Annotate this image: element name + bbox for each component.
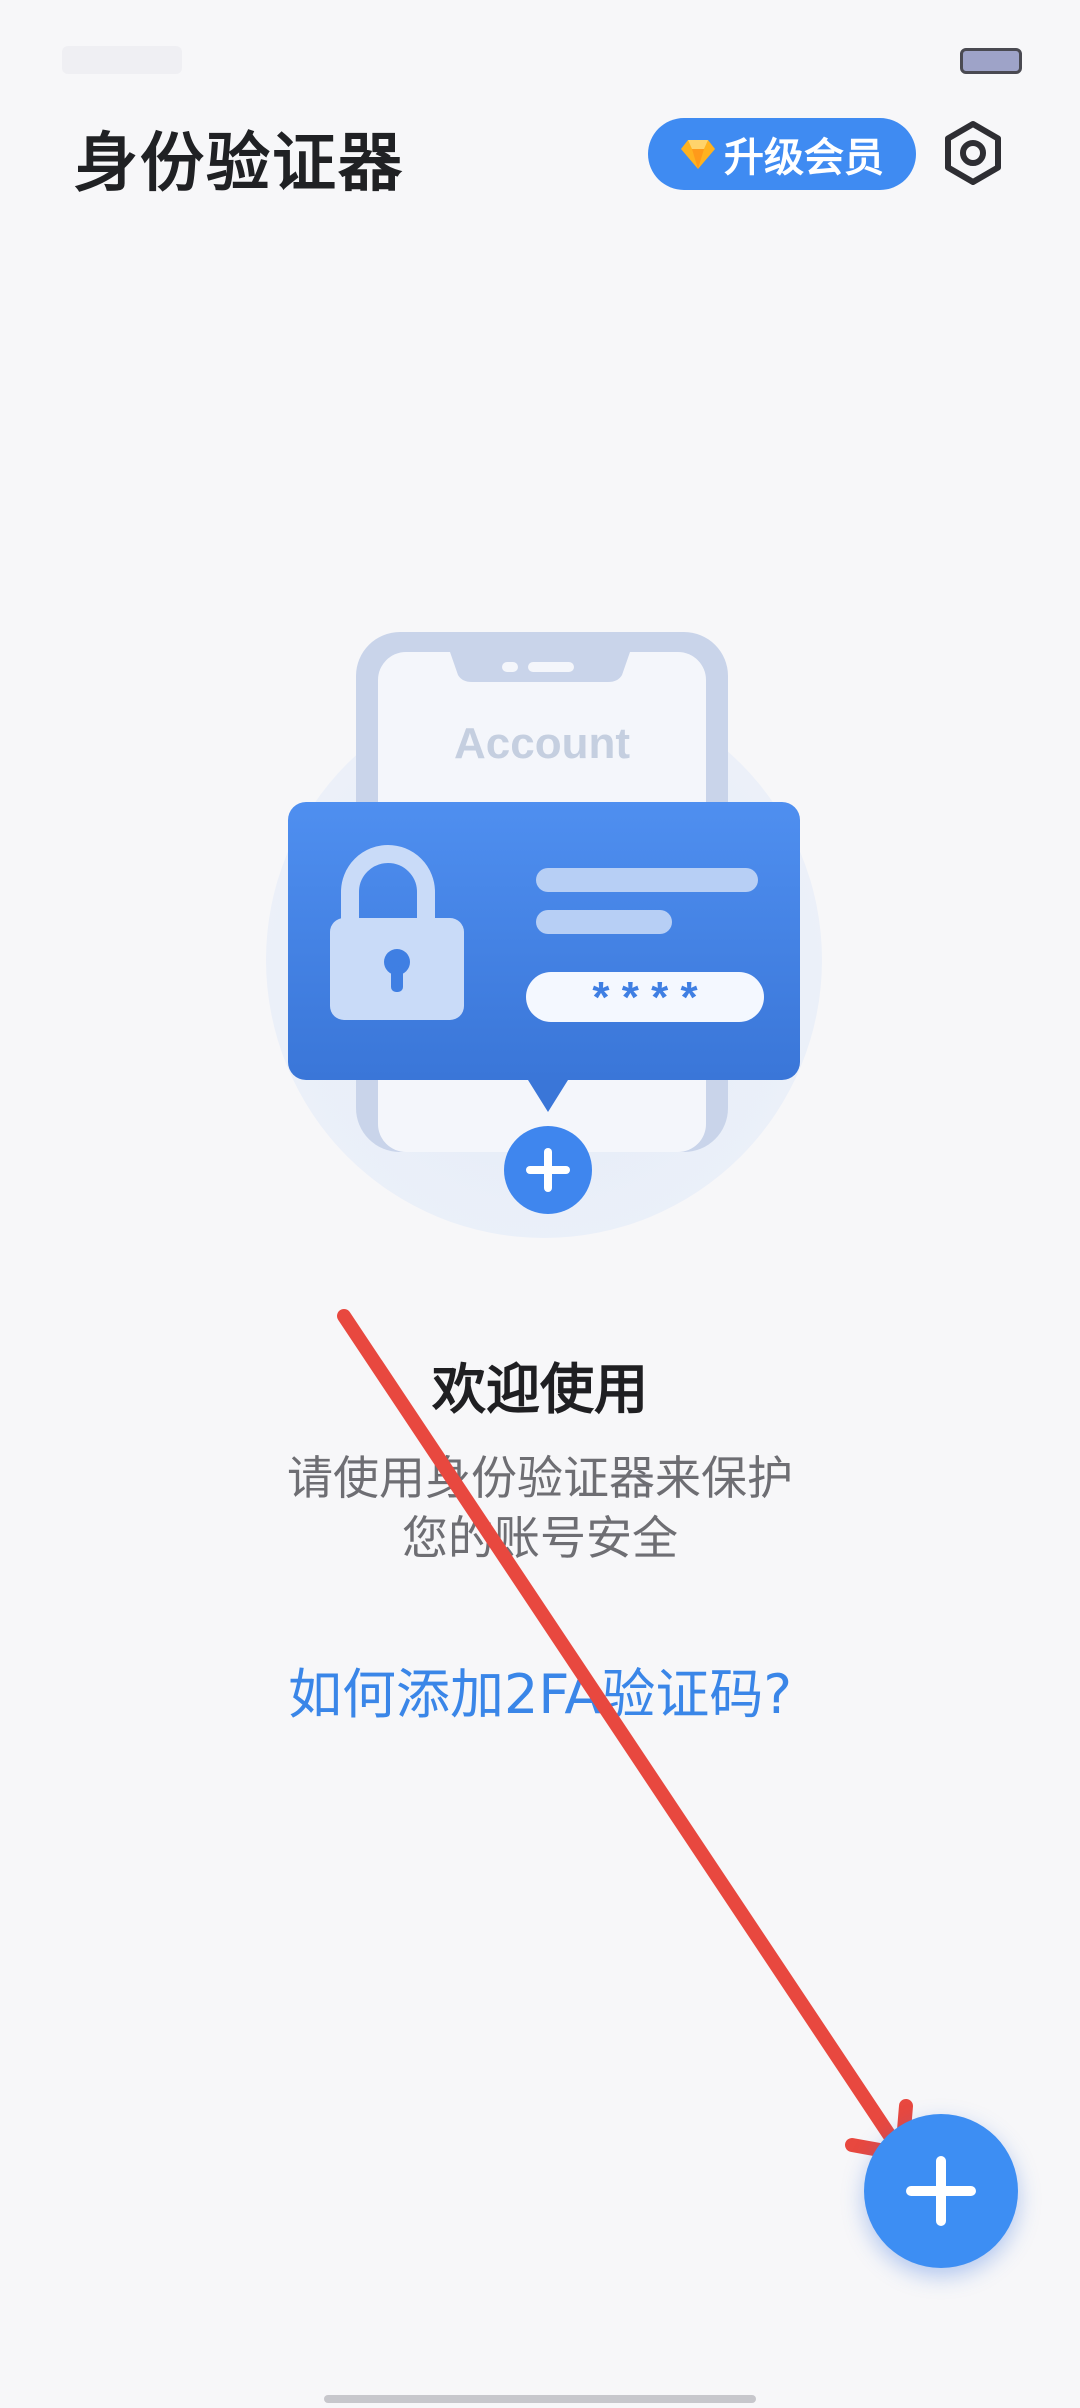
add-2fa-help-link[interactable]: 如何添加2FA验证码? — [0, 1650, 1080, 1729]
home-indicator[interactable] — [324, 2395, 756, 2403]
settings-icon[interactable] — [940, 120, 1006, 186]
empty-state-illustration: Account * * * * — [266, 632, 822, 1238]
upgrade-label: 升级会员 — [724, 135, 884, 181]
status-bar — [0, 0, 1080, 120]
add-account-button[interactable] — [864, 2114, 1018, 2268]
diamond-icon — [681, 140, 715, 169]
password-mask: * * * * — [592, 973, 698, 1022]
battery-icon — [960, 48, 1022, 74]
illustration-account-label: Account — [454, 719, 630, 768]
plus-icon — [906, 2156, 976, 2226]
welcome-title: 欢迎使用 — [432, 1358, 648, 1421]
description-line-1: 请使用身份验证器来保护 — [287, 1451, 793, 1505]
page-title: 身份验证器 — [74, 127, 404, 201]
upgrade-membership-button[interactable]: 升级会员 — [648, 118, 916, 190]
description-line-2: 您的账号安全 — [402, 1511, 678, 1565]
welcome-description: 请使用身份验证器来保护 您的账号安全 — [0, 1448, 1080, 1568]
status-time — [62, 46, 182, 74]
